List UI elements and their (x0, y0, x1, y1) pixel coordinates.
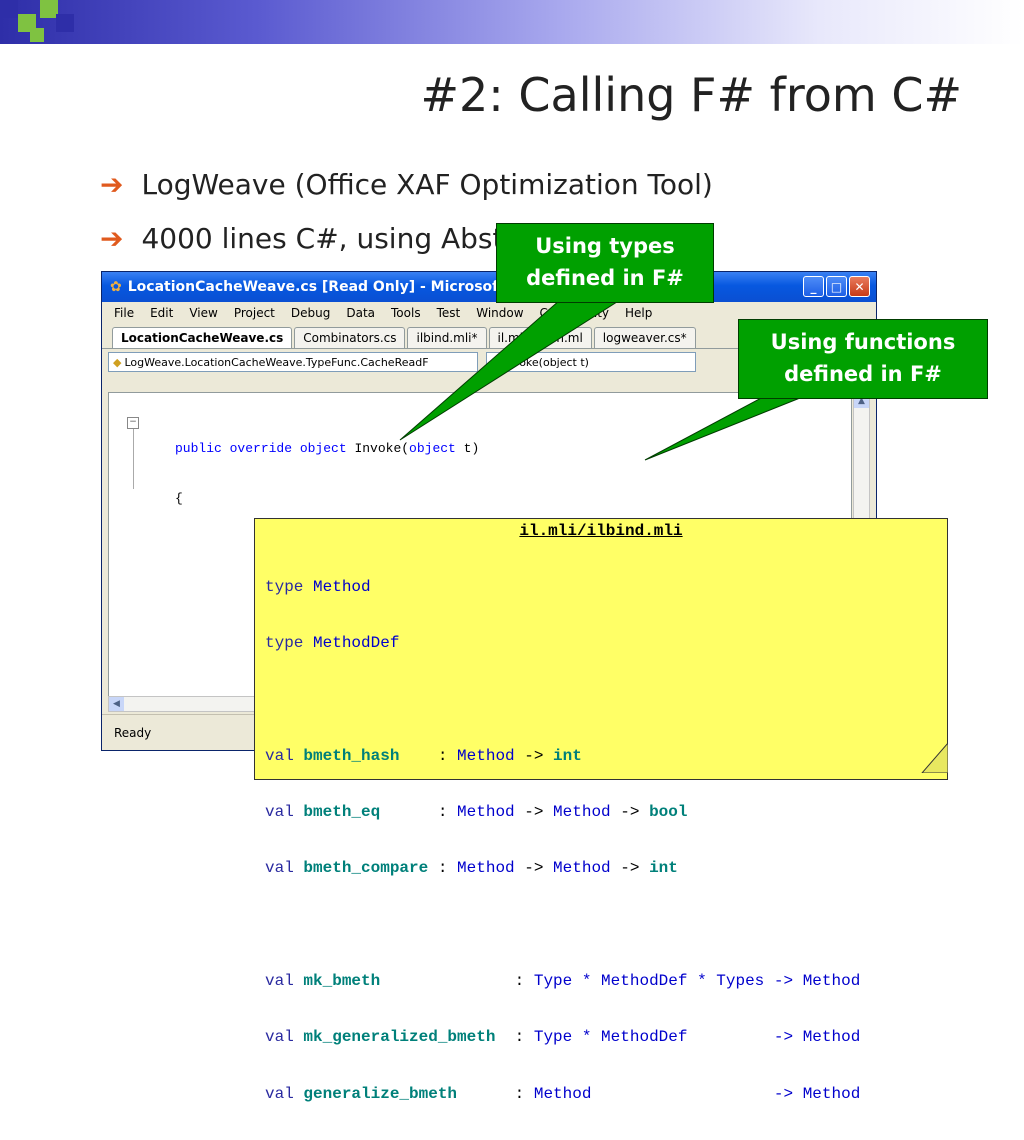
type-decl: type MethodDef (265, 634, 400, 653)
functions-callout: Using functions defined in F# (738, 319, 988, 399)
signature-note: il.mli/ilbind.mli type Method type Metho… (254, 518, 948, 1103)
note-body: type Method type MethodDef val bmeth_has… (255, 541, 947, 1140)
note-title: il.mli/ilbind.mli (519, 522, 683, 540)
folded-corner-icon (921, 743, 948, 773)
types-pointer (399, 299, 622, 441)
val-decl: val bmeth_compare : Method -> Method -> … (265, 859, 678, 878)
val-decl: val bmeth_hash : Method -> int (265, 746, 582, 765)
val-decl: val mk_bmeth : Type * MethodDef * Types … (265, 972, 861, 991)
val-decl: val generalize_bmeth : Method -> Method (265, 1084, 861, 1103)
type-decl: type Method (265, 578, 371, 596)
functions-pointer (644, 395, 806, 461)
val-decl: val mk_generalized_bmeth : Type * Method… (265, 1028, 861, 1047)
types-callout: Using types defined in F# (496, 223, 714, 303)
val-decl: val bmeth_eq : Method -> Method -> bool (265, 803, 688, 822)
